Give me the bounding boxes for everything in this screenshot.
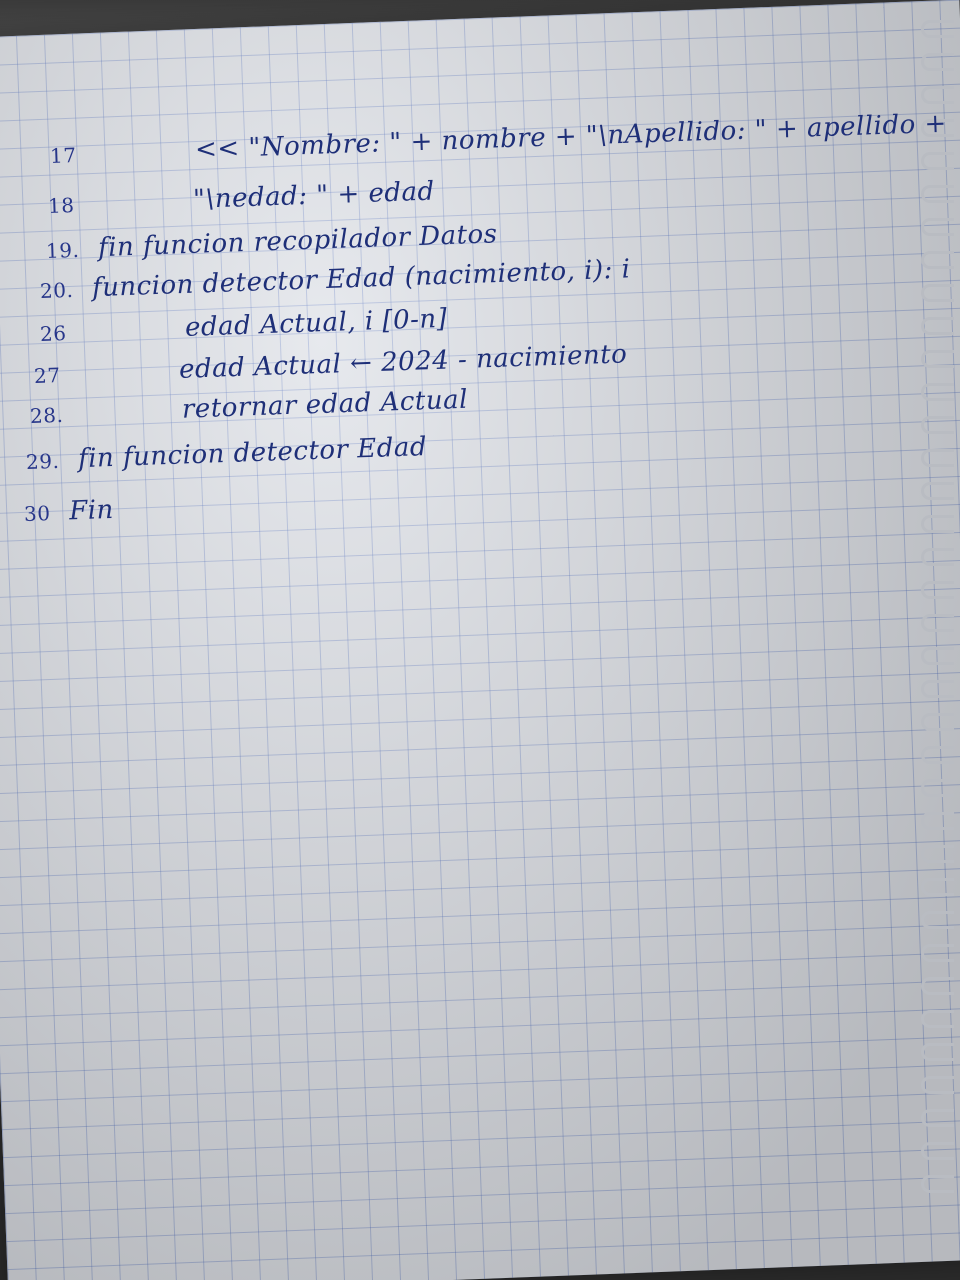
line-number: 18 [47,193,75,218]
code-line: 17 << "Nombre: " + nombre + "\nApellido:… [49,108,948,170]
line-number: 26 [39,321,67,346]
line-text: edad Actual ← 2024 - nacimiento [178,339,628,385]
code-line: 18 "\nedad: " + edad [47,176,436,220]
line-number: 19. [45,237,80,263]
line-number: 29. [25,448,60,474]
line-text: "\nedad: " + edad [192,176,436,215]
line-text: Fin [68,494,115,527]
line-number: 30 [23,501,51,526]
line-text: edad Actual, i [0-n] [184,303,448,343]
handwritten-pseudocode: 17 << "Nombre: " + nombre + "\nApellido:… [0,0,960,1280]
line-text: fin funcion recopilador Datos [97,219,499,264]
code-line: 28. retornar edad Actual [29,384,469,430]
line-text: << "Nombre: " + nombre + "\nApellido: " … [194,108,948,165]
line-number: 28. [29,402,64,428]
line-text: fin funcion detector Edad [77,432,428,475]
code-line: 30 Fin [23,494,115,528]
code-line: 19. fin funcion recopilador Datos [45,219,498,265]
code-line: 29. fin funcion detector Edad [25,432,428,476]
code-line: 27 edad Actual ← 2024 - nacimiento [33,339,628,390]
line-text: retornar edad Actual [181,384,469,425]
line-number: 27 [33,363,61,388]
line-number: 20. [39,277,74,303]
line-text: funcion detector Edad (nacimiento, i): i [91,254,631,304]
line-number: 17 [49,143,77,168]
code-line: 26 edad Actual, i [0-n] [39,303,448,348]
notebook-photo: 17 << "Nombre: " + nombre + "\nApellido:… [0,0,960,1280]
